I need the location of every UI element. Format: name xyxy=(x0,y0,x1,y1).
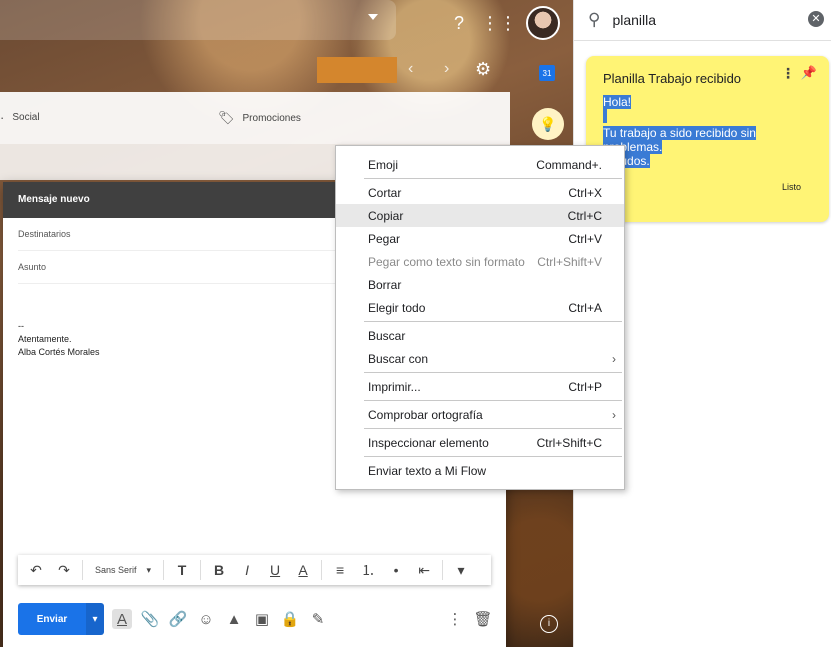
search-input[interactable]: planilla xyxy=(612,12,656,28)
note-title[interactable]: Planilla Trabajo recibido xyxy=(603,71,741,86)
close-icon[interactable]: ✕ xyxy=(808,11,824,27)
help-icon[interactable]: ? xyxy=(446,10,472,36)
mail-search-bar[interactable] xyxy=(0,0,396,40)
search-options-chevron-icon[interactable] xyxy=(368,14,378,20)
font-size-icon[interactable]: T xyxy=(170,558,194,582)
tab-social[interactable]: · Social xyxy=(0,110,40,125)
menu-item-paste[interactable]: Pegar Ctrl+V xyxy=(336,227,624,250)
trash-icon[interactable]: 🗑 xyxy=(473,609,493,629)
next-page-icon[interactable]: › xyxy=(444,60,449,78)
attach-icon[interactable]: 📎 xyxy=(140,609,160,629)
top-right-icons: ? ⋮⋮ xyxy=(446,6,560,40)
gear-icon[interactable]: ⚙ xyxy=(475,59,491,80)
formatting-options-icon[interactable]: A xyxy=(112,609,132,629)
avatar[interactable] xyxy=(526,6,560,40)
menu-item-send-to-flow[interactable]: Enviar texto a Mi Flow xyxy=(336,459,624,482)
indent-less-icon[interactable]: ⇤ xyxy=(412,558,436,582)
numbered-list-icon[interactable]: ⒈ xyxy=(356,558,380,582)
pagination-count xyxy=(317,57,397,83)
keep-search[interactable]: ⚲ planilla ✕ xyxy=(574,0,831,41)
more-formatting-icon[interactable]: ▾ xyxy=(449,558,473,582)
inbox-tabs: · Social 🏷 Promociones xyxy=(0,92,510,144)
redo-icon[interactable]: ↷ xyxy=(52,558,76,582)
menu-item-search-with[interactable]: Buscar con › xyxy=(336,347,624,370)
chevron-down-icon: ▾ xyxy=(146,564,152,575)
send-button[interactable]: Enviar xyxy=(18,603,86,635)
compose-actions: Enviar ▾ A 📎 🔗 ☺ ▲ ▣ 🔒 ✎ ⋮ 🗑 xyxy=(18,603,493,635)
divider xyxy=(163,560,165,580)
tag-icon: 🏷 xyxy=(218,110,235,125)
divider xyxy=(200,560,202,580)
menu-separator xyxy=(364,372,622,373)
menu-item-select-all[interactable]: Elegir todo Ctrl+A xyxy=(336,296,624,319)
undo-icon[interactable]: ↶ xyxy=(24,558,48,582)
more-options-icon[interactable]: ⋮ xyxy=(445,609,465,629)
done-button[interactable]: Listo xyxy=(782,182,801,192)
more-vert-icon[interactable]: ⋮ xyxy=(781,65,795,82)
divider xyxy=(442,560,444,580)
menu-item-paste-plain[interactable]: Pegar como texto sin formato Ctrl+Shift+V xyxy=(336,250,624,273)
menu-separator xyxy=(364,428,622,429)
search-icon[interactable]: ⚲ xyxy=(588,10,600,30)
calendar-icon[interactable]: 31 xyxy=(539,65,555,81)
menu-item-print[interactable]: Imprimir... Ctrl+P xyxy=(336,375,624,398)
menu-item-search[interactable]: Buscar xyxy=(336,324,624,347)
people-icon: · xyxy=(0,110,5,125)
menu-item-delete[interactable]: Borrar xyxy=(336,273,624,296)
pin-icon[interactable]: 📌 xyxy=(801,65,817,81)
confidential-icon[interactable]: 🔒 xyxy=(280,609,300,629)
info-icon[interactable]: i xyxy=(540,615,558,633)
send-options-chevron-icon[interactable]: ▾ xyxy=(86,603,104,635)
font-select[interactable]: Sans Serif ▾ xyxy=(89,565,157,576)
context-menu: Emoji Command+. Cortar Ctrl+X Copiar Ctrl+C… xyxy=(335,145,625,490)
chevron-right-icon: › xyxy=(612,407,616,422)
keep-icon[interactable]: 💡 xyxy=(532,108,564,140)
menu-item-cut[interactable]: Cortar Ctrl+X xyxy=(336,181,624,204)
divider xyxy=(82,560,83,580)
emoji-icon[interactable]: ☺ xyxy=(196,609,216,629)
apps-grid-icon[interactable]: ⋮⋮ xyxy=(481,10,517,36)
formatting-toolbar: ↶ ↷ Sans Serif ▾ T B I U A ≡ ⒈ • ⇤ ▾ xyxy=(18,555,491,585)
photo-icon[interactable]: ▣ xyxy=(252,609,272,629)
bulleted-list-icon[interactable]: • xyxy=(384,558,408,582)
bold-icon[interactable]: B xyxy=(207,558,231,582)
menu-item-inspect[interactable]: Inspeccionar elemento Ctrl+Shift+C xyxy=(336,431,624,454)
menu-separator xyxy=(364,321,622,322)
menu-separator xyxy=(364,400,622,401)
text-color-icon[interactable]: A xyxy=(291,558,315,582)
underline-icon[interactable]: U xyxy=(263,558,287,582)
link-icon[interactable]: 🔗 xyxy=(168,609,188,629)
menu-separator xyxy=(364,456,622,457)
divider xyxy=(321,560,323,580)
menu-item-emoji[interactable]: Emoji Command+. xyxy=(336,153,624,176)
menu-separator xyxy=(364,178,622,179)
italic-icon[interactable]: I xyxy=(235,558,259,582)
menu-item-copy[interactable]: Copiar Ctrl+C xyxy=(336,204,624,227)
chevron-right-icon: › xyxy=(612,351,616,366)
signature-icon[interactable]: ✎ xyxy=(308,609,328,629)
note-body[interactable]: Hola! Tu trabajo a sido recibido sin pro… xyxy=(603,95,793,168)
tab-promociones[interactable]: 🏷 Promociones xyxy=(218,110,301,126)
align-icon[interactable]: ≡ xyxy=(328,558,352,582)
menu-item-spellcheck[interactable]: Comprobar ortografía › xyxy=(336,403,624,426)
drive-icon[interactable]: ▲ xyxy=(224,609,244,629)
prev-page-icon[interactable]: ‹ xyxy=(408,60,413,78)
